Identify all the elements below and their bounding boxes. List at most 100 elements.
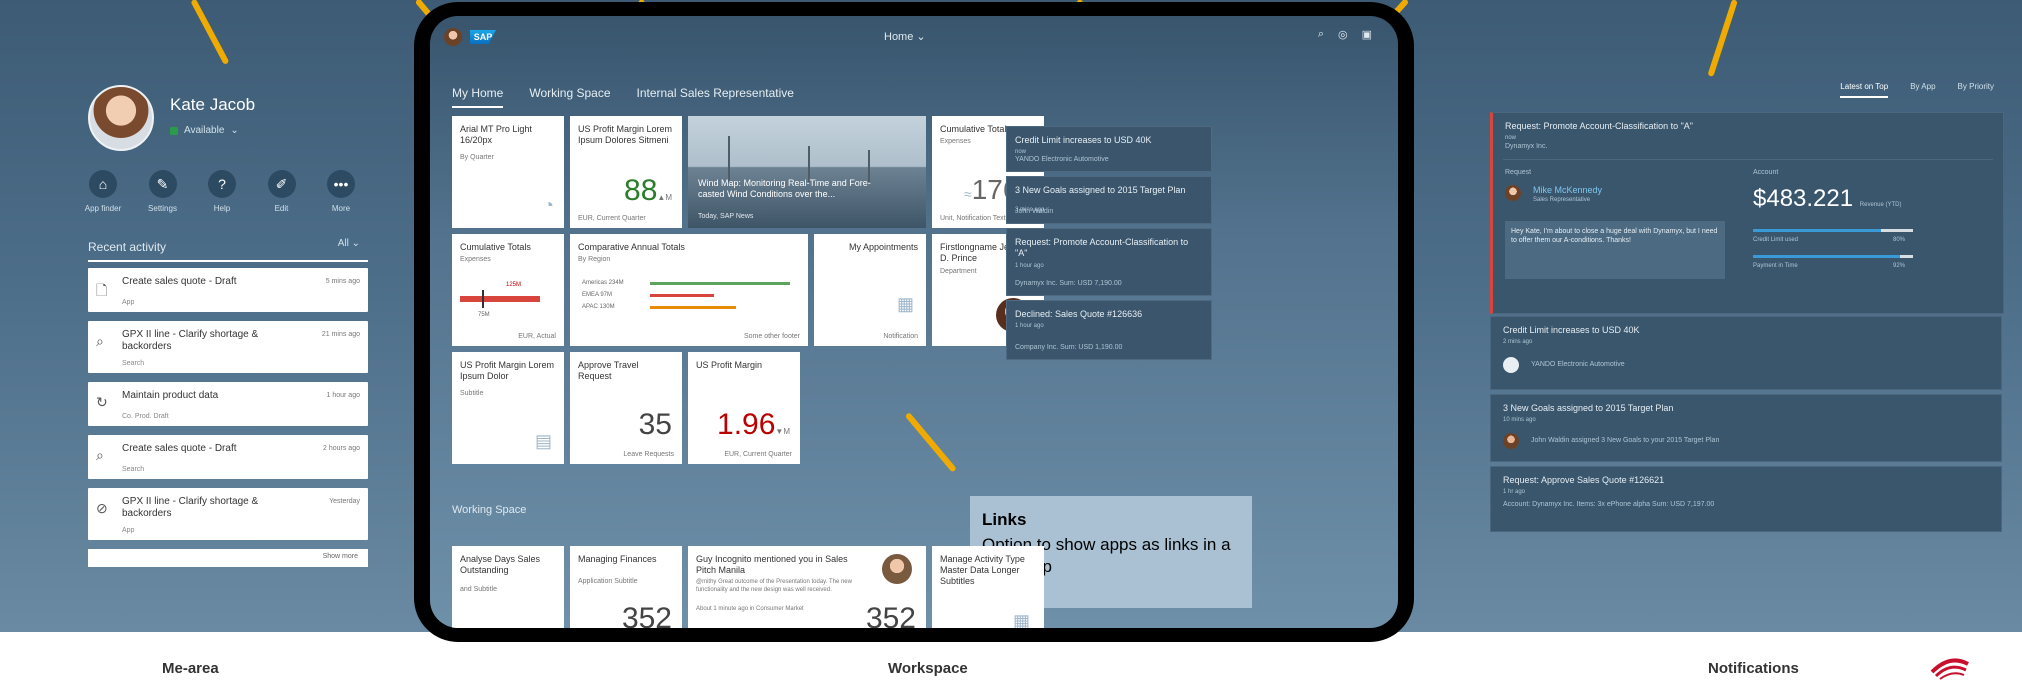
tile-us-profit-margin-lorem[interactable]: US Profit Margin Lorem Ipsum Dolor Subti… <box>452 352 564 464</box>
list-item[interactable]: ↻ Maintain product data Co. Prod. Draft … <box>88 382 368 426</box>
tile-body: @mithy Great outcome of the Presentation… <box>696 579 852 593</box>
notification-fields: Account: Dynamyx Inc. Items: 3x ePhone a… <box>1503 501 1715 508</box>
tile-footer: Unit, Notification Text <box>940 215 1006 222</box>
help-button[interactable]: ? Help <box>195 170 249 213</box>
calendar-icon: ▦ <box>896 294 914 314</box>
search-icon[interactable]: ⌕ <box>1318 28 1324 41</box>
notification-company: YANDO Electronic Automotive <box>1531 361 1625 368</box>
requester-name[interactable]: Mike McKennedy <box>1533 185 1602 195</box>
tile-news-wind-map[interactable]: Wind Map: Monitoring Real-Time and Fore-… <box>688 116 926 228</box>
user-avatar[interactable] <box>444 28 462 46</box>
tile-analyse-days-sales[interactable]: Analyse Days Sales Outstanding and Subti… <box>452 546 564 628</box>
recent-activity-title: Recent activity <box>88 240 167 254</box>
tile-title: Manage Activity Type Master Data Longer … <box>940 554 1025 586</box>
list-item-title: GPX II line - Clarify shortage & backord… <box>122 329 259 352</box>
tab-by-app[interactable]: By App <box>1910 82 1935 98</box>
payment-time-bar <box>1753 255 1913 258</box>
sap-logo[interactable]: SAP <box>470 30 496 44</box>
notification-title: Request: Promote Account-Classification … <box>1505 121 1693 131</box>
tile-title: Managing Finances <box>578 554 657 564</box>
notification-card[interactable]: Request: Promote Account-Classification … <box>1490 112 2004 314</box>
list-item[interactable]: ⌕ Create sales quote - Draft Search 2 ho… <box>88 435 368 479</box>
list-item[interactable]: ⊘ GPX II line - Clarify shortage & backo… <box>88 488 368 540</box>
news-source: Today, SAP News <box>698 213 754 220</box>
side-card-time: 1 hour ago <box>1015 263 1044 269</box>
notification-time: 1 hr ago <box>1503 489 1526 495</box>
account-amount: $483.221 Revenue (YTD) <box>1753 185 1901 213</box>
credit-limit-value: 80% <box>1893 237 1906 243</box>
tile-my-appointments[interactable]: My Appointments ▦ Notification <box>814 234 926 346</box>
tile-subtitle: Expenses <box>940 138 971 145</box>
tile-arial-mt[interactable]: Arial MT Pro Light 16/20px By Quarter ◔ <box>452 116 564 228</box>
copilot-icon[interactable]: ◎ <box>1338 28 1348 41</box>
tile-footer: EUR, Current Quarter <box>724 451 792 458</box>
side-card-time: now <box>1015 149 1027 155</box>
notifications-caption: Notifications <box>1708 660 1799 677</box>
bullet-label: 125M <box>506 282 522 288</box>
side-card[interactable]: Request: Promote Account-Classification … <box>1006 228 1212 296</box>
side-card-title: 3 New Goals assigned to 2015 Target Plan <box>1015 185 1186 195</box>
side-card[interactable]: Credit Limit increases to USD 40K now YA… <box>1006 126 1212 172</box>
list-item-time: Yesterday <box>329 498 360 505</box>
notification-card[interactable]: 3 New Goals assigned to 2015 Target Plan… <box>1490 394 2002 462</box>
list-item-title: Maintain product data <box>122 390 219 401</box>
shell-title-menu[interactable]: Home ⌄ <box>884 30 926 43</box>
tile-mention-guy-incognito[interactable]: Guy Incognito mentioned you in Sales Pit… <box>688 546 926 628</box>
tile-title: My Appointments <box>848 242 918 252</box>
tile-approve-travel-request[interactable]: Approve Travel Request 35 Leave Requests <box>570 352 682 464</box>
tile-comparative-annual-totals[interactable]: Comparative Annual Totals By Region Amer… <box>570 234 808 346</box>
notification-tabs: Latest on Top By App By Priority <box>1840 82 1994 98</box>
tile-title: Approve Travel Request <box>578 360 639 381</box>
tab-my-home[interactable]: My Home <box>452 86 504 108</box>
tile-title: Arial MT Pro Light 16/20px <box>460 124 532 145</box>
tile-footer: Notification <box>883 333 918 340</box>
tab-working-space[interactable]: Working Space <box>529 86 610 108</box>
tile-subtitle: Department <box>940 268 977 275</box>
app-finder-label: App finder <box>84 204 122 213</box>
tab-by-priority[interactable]: By Priority <box>1958 82 1994 98</box>
document-icon: ▤ <box>534 431 552 451</box>
list-item-title: GPX II line - Clarify shortage & backord… <box>122 496 259 519</box>
more-button[interactable]: ••• More <box>314 170 368 213</box>
notifications-icon[interactable]: ▣ <box>1362 28 1372 41</box>
tile-managing-finances[interactable]: Managing Finances Application Subtitle 3… <box>570 546 682 628</box>
side-card[interactable]: Declined: Sales Quote #126636 1 hour ago… <box>1006 300 1212 360</box>
tab-internal-sales-representative[interactable]: Internal Sales Representative <box>637 86 794 108</box>
list-item[interactable]: 🗋 Create sales quote - Draft App 5 mins … <box>88 268 368 312</box>
list-item[interactable]: ⌕ GPX II line - Clarify shortage & backo… <box>88 321 368 373</box>
tile-footer: EUR, Actual <box>518 333 556 340</box>
tile-us-profit-margin-2[interactable]: US Profit Margin 1.96▼M EUR, Current Qua… <box>688 352 800 464</box>
side-card[interactable]: 3 New Goals assigned to 2015 Target Plan… <box>1006 176 1212 224</box>
list-item-time: 2 hours ago <box>323 445 360 452</box>
edit-button[interactable]: ✐ Edit <box>255 170 309 213</box>
contact-avatar <box>882 554 912 584</box>
tile-title: US Profit Margin <box>696 360 763 370</box>
recent-filter-dropdown[interactable]: All ⌄ <box>338 238 360 249</box>
user-status[interactable]: Available ⌄ <box>170 125 239 136</box>
recent-activity-list: 🗋 Create sales quote - Draft App 5 mins … <box>88 268 368 567</box>
me-area-caption: Me-area <box>162 660 219 677</box>
kpi-unit: ▼M <box>775 427 790 436</box>
tile-us-profit-margin[interactable]: US Profit Margin Lorem Ipsum Dolores Sit… <box>570 116 682 228</box>
tablet-frame: SAP Home ⌄ ⌕ ◎ ▣ My Home Working Space I… <box>414 2 1414 642</box>
user-avatar[interactable] <box>88 85 154 151</box>
kpi-value: 35 <box>638 408 672 441</box>
trend-icon: ≈ <box>964 186 972 202</box>
kpi-number: 88 <box>624 174 658 207</box>
app-finder-button[interactable]: ⌂ App finder <box>76 170 130 213</box>
bullet-label: 75M <box>478 312 490 318</box>
notification-time: 10 mins ago <box>1503 417 1536 423</box>
tile-manage-activity-type[interactable]: Manage Activity Type Master Data Longer … <box>932 546 1044 628</box>
notification-card[interactable]: Credit Limit increases to USD 40K 2 mins… <box>1490 316 2002 390</box>
show-more-button[interactable]: Show more <box>88 549 368 567</box>
red-dot-logo <box>1930 658 1969 680</box>
tab-latest-on-top[interactable]: Latest on Top <box>1840 82 1889 98</box>
tile-cumulative-totals-2[interactable]: Cumulative Totals Expenses 125M 75M EUR,… <box>452 234 564 346</box>
tile-footer: About 1 minute ago in Consumer Market <box>696 606 804 612</box>
side-card-title: Credit Limit increases to USD 40K <box>1015 135 1152 145</box>
side-card-footer: YANDO Electronic Automotive <box>1015 156 1109 163</box>
notification-card[interactable]: Request: Approve Sales Quote #126621 1 h… <box>1490 466 2002 532</box>
settings-button[interactable]: ✎ Settings <box>136 170 190 213</box>
notification-company: Dynamyx Inc. <box>1505 143 1548 150</box>
kpi-value: 352 <box>621 602 672 628</box>
